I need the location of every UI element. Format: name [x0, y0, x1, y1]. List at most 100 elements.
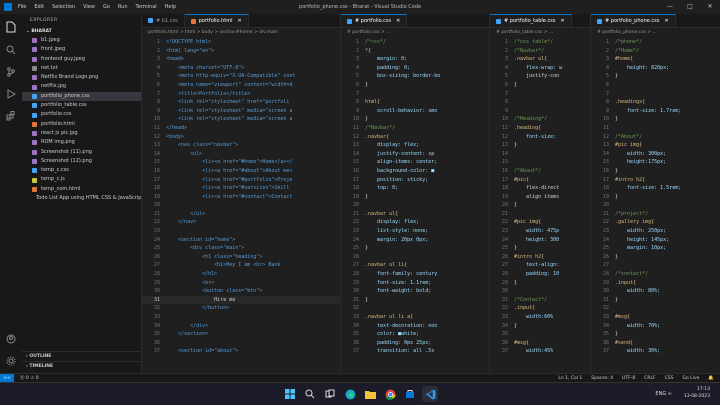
code-line: 7: [591, 90, 720, 99]
file-item[interactable]: react js pic.jpg: [22, 129, 141, 138]
close-tab-icon[interactable]: ✕: [396, 14, 400, 27]
line-number: 5: [355, 73, 359, 80]
file-item[interactable]: Screenshot (12).png: [22, 157, 141, 166]
code-line: 21 .navbar ul{: [341, 210, 489, 219]
line-number: 33: [602, 314, 609, 320]
file-item[interactable]: temp_com.html: [22, 185, 141, 194]
eol-mode[interactable]: CRLF: [644, 376, 655, 381]
editor-splitter[interactable]: [590, 14, 591, 373]
file-item[interactable]: ROM img.png: [22, 138, 141, 147]
line-number: 11: [602, 124, 609, 131]
line-number: 36: [602, 339, 609, 346]
settings-gear-icon[interactable]: [0, 351, 22, 369]
code-editor[interactable]: 1/*phone*/2/*Home*/3 #home{4 height: 820p…: [591, 38, 720, 373]
close-button[interactable]: ✕: [700, 0, 720, 14]
code-text: justify-content: sp: [365, 150, 435, 157]
line-number: 12: [352, 133, 359, 140]
minimize-button[interactable]: —: [660, 0, 680, 14]
task-view-icon[interactable]: [322, 386, 338, 402]
file-item[interactable]: portfolio_table.css: [22, 101, 141, 110]
menu-item-run[interactable]: Run: [118, 4, 128, 10]
editor-tab[interactable]: portfolio.html ✕: [184, 14, 249, 27]
file-item[interactable]: frontend guy.jpeg: [22, 55, 141, 64]
clock[interactable]: 17:13 13-08-2023: [684, 386, 710, 400]
breadcrumb[interactable]: # portfolio_table.css > ...: [490, 28, 590, 38]
menu-item-edit[interactable]: Edit: [34, 4, 44, 10]
explorer-sidebar: EXPLORER ⌄ BHARAT b1.jpeg front.jpeg front…: [22, 14, 142, 373]
language-mode[interactable]: CSS: [665, 376, 674, 381]
go-live-button[interactable]: Go Live: [683, 376, 700, 381]
menu-item-go[interactable]: Go: [103, 4, 110, 10]
menu-item-view[interactable]: View: [83, 4, 95, 10]
file-item[interactable]: Netflix Brand Logo.png: [22, 73, 141, 82]
file-item[interactable]: portfolio.html: [22, 120, 141, 129]
code-text: <link rel="stylesheet" media="screen a: [166, 107, 293, 114]
edge-browser-icon[interactable]: [342, 386, 358, 402]
file-item[interactable]: temp_c.js: [22, 175, 141, 184]
close-tab-icon[interactable]: ✕: [664, 14, 668, 27]
code-text: </nav>: [166, 219, 197, 226]
store-icon[interactable]: [402, 386, 418, 402]
menu-item-selection[interactable]: Selection: [52, 4, 75, 10]
close-tab-icon[interactable]: ✕: [237, 14, 241, 27]
encoding[interactable]: UTF-8: [622, 376, 635, 381]
file-explorer-icon[interactable]: [362, 386, 378, 402]
vscode-taskbar-icon[interactable]: [422, 386, 438, 402]
explorer-icon[interactable]: [0, 18, 22, 36]
search-taskbar-icon[interactable]: [302, 386, 318, 402]
outline-section[interactable]: › OUTLINE: [22, 351, 141, 361]
line-number: 4: [504, 64, 508, 71]
line-number: 29: [501, 279, 508, 286]
search-icon[interactable]: [0, 40, 22, 58]
source-control-icon[interactable]: [0, 62, 22, 80]
code-line: 6 <meta name="viewport" content="width=d: [142, 81, 340, 90]
cursor-position[interactable]: Ln 1, Col 1: [558, 376, 582, 381]
maximize-button[interactable]: □: [680, 0, 700, 14]
editor-tab[interactable]: # portfolio.css ✕: [341, 14, 408, 27]
run-debug-icon[interactable]: [0, 84, 22, 102]
editor-splitter[interactable]: [489, 14, 490, 373]
line-number: 14: [153, 150, 160, 157]
notifications-bell-icon[interactable]: 🔔: [708, 376, 714, 381]
file-item[interactable]: net.txt: [22, 64, 141, 73]
file-item[interactable]: Screenshot (11).png: [22, 148, 141, 157]
file-item[interactable]: front.jpeg: [22, 45, 141, 54]
chrome-icon[interactable]: [382, 386, 398, 402]
errors-icon[interactable]: Ⓧ 0 ⚠ 0: [20, 375, 39, 381]
code-editor[interactable]: 1/*css table*/2/*Navbar*/3 .navbar ul{4 f…: [490, 38, 590, 373]
menu-item-help[interactable]: Help: [165, 4, 176, 10]
indentation[interactable]: Spaces: 4: [591, 376, 613, 381]
editor-tab[interactable]: # portfolio_phone.css ✕: [591, 14, 676, 27]
file-item[interactable]: portfolio.css: [22, 110, 141, 119]
editor-tab[interactable]: # b1.css: [142, 14, 185, 27]
timeline-section[interactable]: › TIMELINE: [22, 361, 141, 371]
file-item[interactable]: b1.jpeg: [22, 36, 141, 45]
menu-item-file[interactable]: File: [18, 4, 26, 10]
code-text: <h1 class="heading">: [166, 253, 263, 260]
line-number: 10: [501, 116, 508, 123]
folder-header[interactable]: ⌄ BHARAT: [22, 27, 141, 36]
file-item[interactable]: portfolio_phone.css: [22, 91, 141, 102]
windows-start-icon[interactable]: [282, 386, 298, 402]
menu-item-terminal[interactable]: Terminal: [136, 4, 157, 10]
code-editor[interactable]: 1/*css*/2 *{3 margin: 0; 4 padding: 0; 5 bo…: [341, 38, 489, 373]
file-item[interactable]: netflix.jpg: [22, 82, 141, 91]
file-item[interactable]: temp_c.css: [22, 166, 141, 175]
close-tab-icon[interactable]: ✕: [560, 14, 564, 27]
editor-tab[interactable]: # portfolio_table.css ✕: [490, 14, 572, 27]
code-line: 30 font-weight: bold;: [341, 287, 489, 296]
extensions-icon[interactable]: [0, 106, 22, 124]
code-line: 35: [490, 330, 590, 339]
file-item[interactable]: Todo List App using HTML CSS & JavaScrip…: [22, 194, 141, 203]
line-number: 24: [352, 236, 359, 243]
breadcrumb[interactable]: portfolio.html > html > body > section#h…: [142, 28, 340, 38]
editor-splitter[interactable]: [340, 14, 341, 373]
code-line: 2 /*Home*/: [591, 47, 720, 56]
code-editor[interactable]: 1 <!DOCTYPE html> 2 <html lang="en"> 3 <head>…: [142, 38, 340, 373]
breadcrumb[interactable]: # portfolio.css > ...: [341, 28, 489, 38]
account-icon[interactable]: [0, 329, 22, 347]
code-line: 29 <br>: [142, 279, 340, 288]
code-line: 26}: [591, 253, 720, 262]
breadcrumb[interactable]: # portfolio_phone.css > ...: [591, 28, 720, 38]
system-tray[interactable]: ENG ≈: [655, 391, 672, 397]
